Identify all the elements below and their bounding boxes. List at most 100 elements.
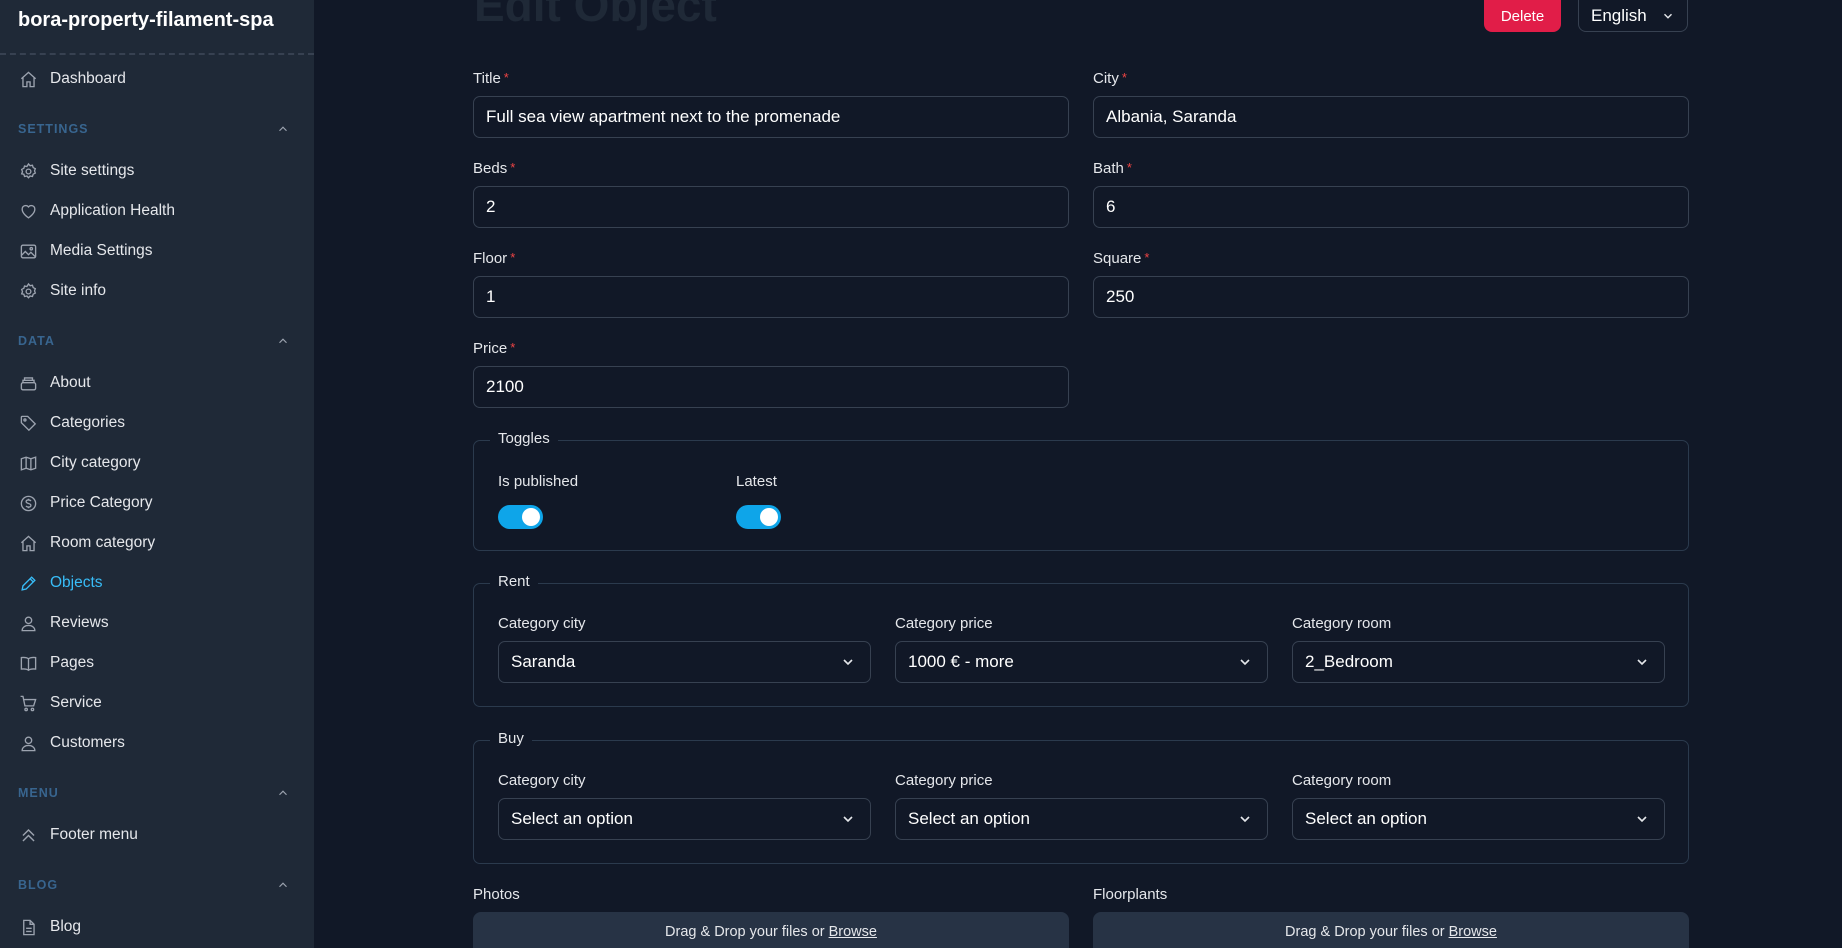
buy-fieldset: Buy Category city Select an option Categ… bbox=[473, 730, 1689, 864]
map-icon bbox=[18, 453, 38, 473]
bath-label: Bath * bbox=[1093, 160, 1132, 177]
sidebar-item-price-category[interactable]: Price Category bbox=[0, 483, 314, 523]
group-title: BLOG bbox=[18, 878, 59, 892]
buy-category-price-select[interactable]: Select an option bbox=[895, 798, 1268, 840]
sidebar-item-city-category[interactable]: City category bbox=[0, 443, 314, 483]
select-value: Select an option bbox=[1305, 809, 1427, 828]
sidebar-item-label: Objects bbox=[50, 574, 103, 591]
photos-label: Photos bbox=[473, 886, 520, 903]
floorplants-dropzone[interactable]: Drag & Drop your files or Browse bbox=[1093, 912, 1689, 948]
chevron-double-up-icon bbox=[18, 825, 38, 845]
toggles-legend: Toggles bbox=[490, 430, 558, 447]
sidebar-item-categories[interactable]: Categories bbox=[0, 403, 314, 443]
tag-icon bbox=[18, 413, 38, 433]
group-data-header[interactable]: DATA bbox=[0, 319, 314, 363]
chevron-down-icon bbox=[1240, 816, 1250, 823]
group-menu-header[interactable]: MENU bbox=[0, 771, 314, 815]
dropzone-text: Drag & Drop your files or bbox=[1285, 924, 1445, 940]
sidebar-item-label: About bbox=[50, 374, 91, 391]
floor-input[interactable]: 1 bbox=[473, 276, 1069, 318]
chevron-up-icon bbox=[279, 882, 287, 888]
toggles-fieldset: Toggles Is published Latest bbox=[473, 430, 1689, 551]
language-value: English bbox=[1591, 5, 1647, 25]
pencil-icon bbox=[18, 573, 38, 593]
rent-category-room-select[interactable]: 2_Bedroom bbox=[1292, 641, 1665, 683]
latest-label: Latest bbox=[736, 473, 777, 490]
sidebar-item-media-settings[interactable]: Media Settings bbox=[0, 231, 314, 271]
sidebar-item-site-settings[interactable]: Site settings bbox=[0, 151, 314, 191]
home-icon bbox=[18, 533, 38, 553]
is-published-toggle[interactable] bbox=[498, 505, 543, 529]
document-icon bbox=[18, 917, 38, 937]
is-published-label: Is published bbox=[498, 473, 579, 490]
dropzone-text: Drag & Drop your files or bbox=[665, 924, 825, 940]
city-label: City * bbox=[1093, 70, 1127, 87]
sidebar-item-label: Application Health bbox=[50, 202, 175, 219]
price-label: Price * bbox=[473, 340, 516, 357]
chevron-down-icon bbox=[1664, 13, 1672, 19]
toggle-knob bbox=[760, 508, 778, 526]
latest-toggle[interactable] bbox=[736, 505, 781, 529]
buy-category-price-label: Category price bbox=[895, 772, 993, 789]
beds-input[interactable]: 2 bbox=[473, 186, 1069, 228]
sidebar-item-label: Site settings bbox=[50, 162, 135, 179]
dollar-icon bbox=[18, 493, 38, 513]
main-content: Edit Object Delete English Title * Full s… bbox=[314, 0, 1842, 948]
brand-title[interactable]: bora-property-filament-spa bbox=[0, 0, 314, 55]
image-icon bbox=[18, 241, 38, 261]
sidebar-item-label: Categories bbox=[50, 414, 125, 431]
select-value: 2_Bedroom bbox=[1305, 652, 1393, 671]
sidebar-item-label: Customers bbox=[50, 734, 125, 751]
rent-category-city-select[interactable]: Saranda bbox=[498, 641, 871, 683]
sidebar-item-application-health[interactable]: Application Health bbox=[0, 191, 314, 231]
cart-icon bbox=[18, 693, 38, 713]
sidebar-item-label: Price Category bbox=[50, 494, 153, 511]
toggle-knob bbox=[522, 508, 540, 526]
title-input[interactable]: Full sea view apartment next to the prom… bbox=[473, 96, 1069, 138]
sidebar-item-service[interactable]: Service bbox=[0, 683, 314, 723]
price-input[interactable]: 2100 bbox=[473, 366, 1069, 408]
sidebar-item-dashboard[interactable]: Dashboard bbox=[0, 59, 314, 99]
square-input[interactable]: 250 bbox=[1093, 276, 1689, 318]
sidebar-item-label: Reviews bbox=[50, 614, 109, 631]
sidebar-item-label: Media Settings bbox=[50, 242, 153, 259]
group-settings-header[interactable]: SETTINGS bbox=[0, 107, 314, 151]
select-value: Saranda bbox=[511, 652, 576, 671]
chevron-up-icon bbox=[279, 126, 287, 132]
user-icon bbox=[18, 613, 38, 633]
sidebar-item-site-info[interactable]: Site info bbox=[0, 271, 314, 311]
sidebar-item-blog[interactable]: Blog bbox=[0, 907, 314, 947]
sidebar-item-room-category[interactable]: Room category bbox=[0, 523, 314, 563]
photos-dropzone[interactable]: Drag & Drop your files or Browse bbox=[473, 912, 1069, 948]
sidebar-item-label: Blog bbox=[50, 918, 82, 935]
sidebar-item-label: Site info bbox=[50, 282, 107, 299]
sidebar-item-footer-menu[interactable]: Footer menu bbox=[0, 815, 314, 855]
sidebar-item-label: Room category bbox=[50, 534, 156, 551]
sidebar-item-about[interactable]: About bbox=[0, 363, 314, 403]
sidebar-item-label: Service bbox=[50, 694, 102, 711]
floor-label: Floor * bbox=[473, 250, 516, 267]
bath-input[interactable]: 6 bbox=[1093, 186, 1689, 228]
city-input[interactable]: Albania, Saranda bbox=[1093, 96, 1689, 138]
delete-button[interactable]: Delete bbox=[1484, 0, 1561, 32]
select-value: Select an option bbox=[511, 809, 633, 828]
sidebar-item-pages[interactable]: Pages bbox=[0, 643, 314, 683]
buy-legend: Buy bbox=[490, 730, 532, 747]
browse-link[interactable]: Browse bbox=[1449, 924, 1497, 948]
language-select[interactable]: English bbox=[1578, 0, 1688, 32]
chevron-down-icon bbox=[1637, 816, 1647, 823]
rent-category-price-select[interactable]: 1000 € - more bbox=[895, 641, 1268, 683]
group-blog-header[interactable]: BLOG bbox=[0, 863, 314, 907]
sidebar-item-objects[interactable]: Objects bbox=[0, 563, 314, 603]
browse-link[interactable]: Browse bbox=[829, 924, 877, 948]
sidebar-item-label: Footer menu bbox=[50, 826, 138, 843]
book-icon bbox=[18, 653, 38, 673]
sidebar-item-customers[interactable]: Customers bbox=[0, 723, 314, 763]
buy-category-room-select[interactable]: Select an option bbox=[1292, 798, 1665, 840]
group-title: SETTINGS bbox=[18, 122, 89, 136]
rent-fieldset: Rent Category city Saranda Category pric… bbox=[473, 573, 1689, 707]
chevron-down-icon bbox=[843, 659, 853, 666]
group-title: DATA bbox=[18, 334, 55, 348]
sidebar-item-reviews[interactable]: Reviews bbox=[0, 603, 314, 643]
buy-category-city-select[interactable]: Select an option bbox=[498, 798, 871, 840]
